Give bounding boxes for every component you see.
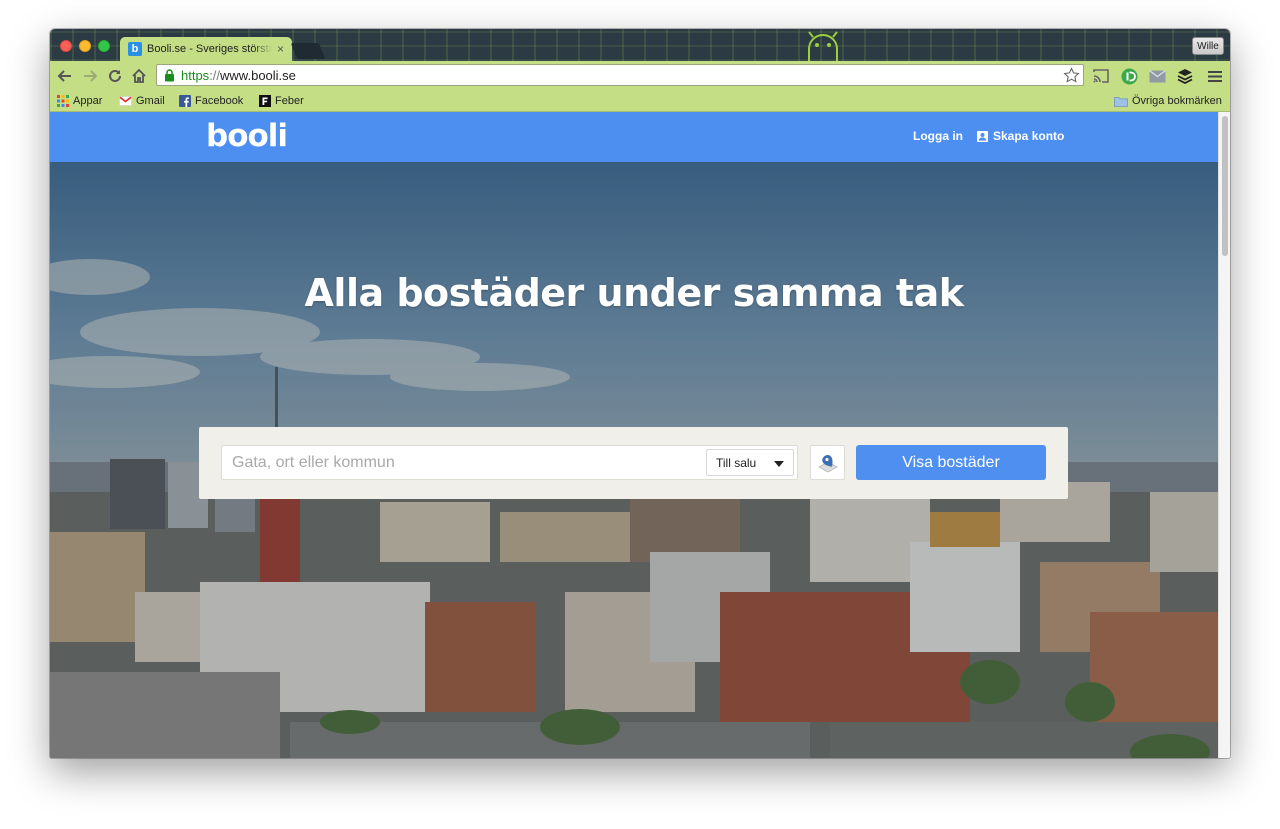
folder-icon: [1114, 96, 1128, 107]
feber-icon: [259, 95, 271, 107]
minimize-window-button[interactable]: [79, 40, 91, 52]
extension-button-1[interactable]: [1120, 67, 1138, 85]
bookmark-label: Feber: [275, 95, 304, 107]
search-input[interactable]: [222, 446, 722, 479]
forward-button[interactable]: [80, 66, 100, 86]
caret-down-icon: [774, 461, 784, 467]
mail-icon: [1148, 69, 1166, 82]
mail-extension-button[interactable]: [1148, 67, 1166, 85]
url-scheme: https: [181, 68, 210, 83]
bookmarks-bar: Appar Gmail Facebook Feber Övriga bokmär…: [50, 90, 1230, 112]
hero-title: Alla bostäder under samma tak: [304, 271, 964, 315]
signup-link[interactable]: Skapa konto: [977, 129, 1064, 143]
listing-type-value: Till salu: [716, 456, 757, 470]
bookmark-label: Gmail: [136, 95, 165, 107]
tab-title: Booli.se - Sveriges största bostadssajt: [147, 43, 272, 55]
apps-grid-icon: [57, 95, 69, 107]
reload-icon: [109, 69, 121, 82]
bookmark-label: Facebook: [195, 95, 244, 107]
lock-icon: [165, 69, 174, 82]
new-tab-button[interactable]: [290, 43, 326, 59]
back-button[interactable]: [55, 66, 75, 86]
home-icon: [132, 68, 146, 83]
tab-close-icon[interactable]: ×: [277, 42, 284, 56]
home-button[interactable]: [129, 66, 149, 86]
site-header: booli Logga in Skapa konto: [50, 112, 1218, 162]
bookmark-appar[interactable]: Appar: [57, 93, 102, 109]
web-page: booli Logga in Skapa konto Alla bostäder…: [50, 112, 1218, 758]
url-scheme-separator: ://: [209, 68, 221, 83]
android-theme-icon: [808, 31, 838, 61]
show-listings-button[interactable]: Visa bostäder: [856, 445, 1046, 480]
gmail-icon: [119, 96, 132, 106]
map-pin-icon: [817, 454, 838, 472]
facebook-icon: [179, 95, 191, 107]
signup-label: Skapa konto: [993, 129, 1065, 143]
cast-icon: [1093, 69, 1109, 83]
hamburger-menu-icon: [1208, 70, 1222, 82]
arrow-right-icon: [84, 70, 98, 82]
scrollbar-thumb[interactable]: [1222, 116, 1228, 256]
chrome-menu-button[interactable]: [1206, 67, 1224, 85]
login-link[interactable]: Logga in: [913, 129, 963, 143]
bookmark-facebook[interactable]: Facebook: [179, 93, 243, 109]
bookmark-other-folder[interactable]: Övriga bokmärken: [1114, 93, 1222, 109]
stack-layers-icon: [1177, 69, 1193, 84]
url-host: www.booli.se: [220, 68, 296, 83]
close-window-button[interactable]: [60, 40, 72, 52]
arrow-left-icon: [57, 70, 71, 82]
bookmark-feber[interactable]: Feber: [259, 93, 304, 109]
page-scrollbar[interactable]: [1218, 112, 1230, 758]
browser-window: b Booli.se - Sveriges största bostadssaj…: [50, 29, 1230, 758]
buffer-extension-button[interactable]: [1176, 67, 1194, 85]
maximize-window-button[interactable]: [98, 40, 110, 52]
address-url: https://www.booli.se: [181, 68, 296, 83]
map-search-button[interactable]: [810, 445, 845, 480]
browser-tab-booli[interactable]: b Booli.se - Sveriges största bostadssaj…: [120, 37, 292, 61]
booli-favicon-icon: b: [128, 42, 142, 56]
bookmark-label: Övriga bokmärken: [1132, 95, 1222, 107]
profile-button[interactable]: Wille: [1192, 37, 1224, 55]
search-field: Till salu: [221, 445, 798, 480]
bookmark-star-icon[interactable]: [1063, 67, 1080, 84]
bookmark-label: Appar: [73, 95, 103, 107]
booli-logo[interactable]: booli: [206, 119, 288, 153]
reload-button[interactable]: [105, 66, 125, 86]
address-bar[interactable]: https://www.booli.se: [156, 64, 1084, 86]
listing-type-select[interactable]: Till salu: [706, 449, 794, 476]
hero-section: Alla bostäder under samma tak Till salu: [50, 162, 1218, 758]
cast-button[interactable]: [1092, 67, 1110, 85]
user-card-icon: [977, 130, 988, 142]
extension-circle-icon: [1121, 68, 1137, 84]
search-panel: Till salu Visa bostäder: [199, 427, 1068, 499]
browser-toolbar: https://www.booli.se: [50, 61, 1230, 90]
bookmark-gmail[interactable]: Gmail: [119, 93, 165, 109]
browser-titlebar: b Booli.se - Sveriges största bostadssaj…: [50, 29, 1230, 61]
